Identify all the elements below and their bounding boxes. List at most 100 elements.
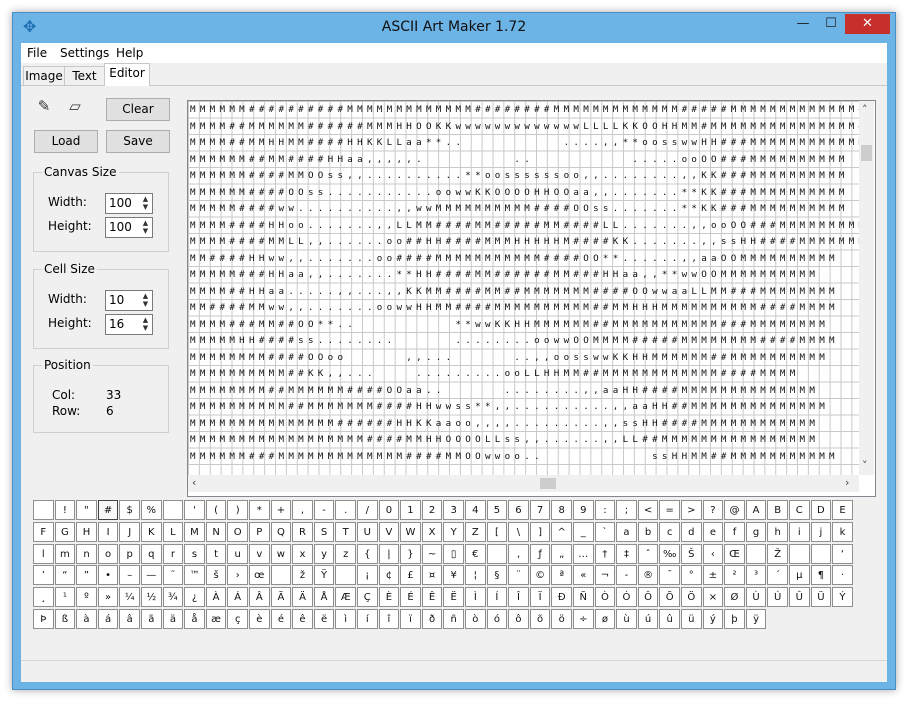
char-button[interactable]: í	[357, 609, 378, 629]
char-button[interactable]: à	[76, 609, 97, 629]
char-button[interactable]: .	[335, 500, 356, 520]
char-button[interactable]: P	[249, 521, 270, 542]
char-button[interactable]: å	[184, 609, 205, 629]
char-button[interactable]: ¡	[357, 565, 378, 586]
char-button[interactable]: 4	[465, 500, 486, 520]
char-button[interactable]: ù	[616, 609, 637, 629]
char-button[interactable]: ÿ	[745, 609, 767, 629]
cell-height-stepper[interactable]: 16 ▲ ▼	[105, 314, 153, 335]
char-button[interactable]: 7	[529, 500, 551, 520]
char-button[interactable]: a	[616, 521, 637, 542]
char-button[interactable]: q	[141, 543, 162, 564]
char-button[interactable]: ½	[141, 587, 162, 608]
char-button[interactable]: Ô	[637, 587, 659, 608]
char-button[interactable]: …	[573, 543, 594, 564]
char-button[interactable]: Ÿ	[313, 565, 335, 586]
horizontal-scroll-thumb[interactable]	[540, 478, 556, 489]
char-button[interactable]: ü	[681, 609, 702, 629]
char-button[interactable]: $	[119, 500, 140, 520]
char-button[interactable]: Ä	[292, 587, 313, 608]
char-button[interactable]: ÷	[573, 609, 594, 629]
char-button[interactable]: ¨	[508, 565, 529, 586]
char-button[interactable]: Ï	[529, 587, 551, 608]
char-button[interactable]: ø	[594, 609, 616, 629]
char-button[interactable]: Â	[249, 587, 270, 608]
char-button[interactable]: ý	[702, 609, 724, 629]
char-button[interactable]: ƒ	[529, 543, 551, 564]
char-button[interactable]: ê	[292, 609, 313, 629]
char-button[interactable]: µ	[789, 565, 810, 586]
char-button[interactable]: ]	[529, 521, 551, 542]
char-button[interactable]: Ý	[832, 587, 853, 608]
char-button[interactable]: \	[508, 521, 529, 542]
char-button[interactable]: #	[97, 500, 119, 520]
char-button[interactable]: Ú	[767, 587, 788, 608]
char-button[interactable]: Þ	[33, 609, 54, 629]
char-button[interactable]: 9	[573, 500, 594, 520]
char-button[interactable]: Ã	[270, 587, 292, 608]
char-button[interactable]: -	[313, 500, 335, 520]
char-button[interactable]: u	[227, 543, 248, 564]
char-button[interactable]: i	[789, 521, 810, 542]
char-button[interactable]: °	[681, 565, 702, 586]
char-button[interactable]: y	[313, 543, 335, 564]
char-button[interactable]: U	[357, 521, 378, 542]
char-button[interactable]: Ñ	[573, 587, 594, 608]
char-button[interactable]: Ö	[681, 587, 702, 608]
char-button[interactable]: Ò	[594, 587, 616, 608]
char-button[interactable]: N	[205, 521, 227, 542]
char-button[interactable]: c	[659, 521, 680, 542]
char-button[interactable]: Û	[789, 587, 810, 608]
char-button[interactable]: l	[33, 543, 54, 564]
char-button[interactable]: X	[421, 521, 443, 542]
char-button[interactable]: É	[400, 587, 421, 608]
char-button[interactable]: I	[97, 521, 119, 542]
char-button[interactable]: ß	[54, 609, 76, 629]
canvas-width-stepper[interactable]: 100 ▲ ▼	[105, 193, 153, 214]
char-button[interactable]: o	[97, 543, 119, 564]
spin-arrows-icon[interactable]: ▲ ▼	[140, 292, 151, 309]
char-button[interactable]: D	[810, 500, 832, 520]
char-button[interactable]: Œ	[724, 543, 745, 564]
char-button[interactable]: ‘	[832, 543, 853, 564]
horizontal-scrollbar[interactable]: ‹ ›	[188, 475, 859, 492]
char-button[interactable]: /	[357, 500, 378, 520]
char-button[interactable]: R	[292, 521, 313, 542]
char-button[interactable]: M	[184, 521, 205, 542]
char-button[interactable]: ¶	[810, 565, 832, 586]
char-button[interactable]	[33, 500, 54, 520]
char-button[interactable]: -	[616, 565, 637, 586]
char-button[interactable]: <	[637, 500, 659, 520]
char-button[interactable]: £	[400, 565, 421, 586]
char-button[interactable]: ð	[421, 609, 443, 629]
char-button[interactable]: •	[97, 565, 119, 586]
char-button[interactable]: ,	[292, 500, 313, 520]
char-button[interactable]: î	[378, 609, 400, 629]
scroll-right-icon[interactable]: ›	[845, 476, 849, 489]
char-button[interactable]: s	[184, 543, 205, 564]
char-button[interactable]: O	[227, 521, 248, 542]
char-button[interactable]: ›	[227, 565, 248, 586]
char-button[interactable]: þ	[724, 609, 745, 629]
char-button[interactable]: —	[141, 565, 162, 586]
char-button[interactable]: ç	[227, 609, 248, 629]
char-button[interactable]	[270, 565, 292, 586]
char-button[interactable]: J	[119, 521, 140, 542]
char-button[interactable]: ×	[702, 587, 724, 608]
scroll-left-icon[interactable]: ‹	[192, 476, 196, 489]
char-button[interactable]: !	[54, 500, 76, 520]
char-button[interactable]: –	[119, 565, 140, 586]
char-button[interactable]: ’	[33, 565, 54, 586]
char-button[interactable]: [	[486, 521, 508, 542]
char-button[interactable]: =	[659, 500, 680, 520]
char-button[interactable]: È	[378, 587, 400, 608]
char-button[interactable]: h	[767, 521, 788, 542]
char-button[interactable]: 8	[551, 500, 572, 520]
char-button[interactable]: Ø	[724, 587, 745, 608]
char-button[interactable]: ³	[745, 565, 767, 586]
char-button[interactable]	[335, 565, 356, 586]
char-button[interactable]: 0	[378, 500, 400, 520]
char-button[interactable]: ¼	[119, 587, 140, 608]
char-button[interactable]: g	[745, 521, 767, 542]
char-button[interactable]: º	[76, 587, 97, 608]
